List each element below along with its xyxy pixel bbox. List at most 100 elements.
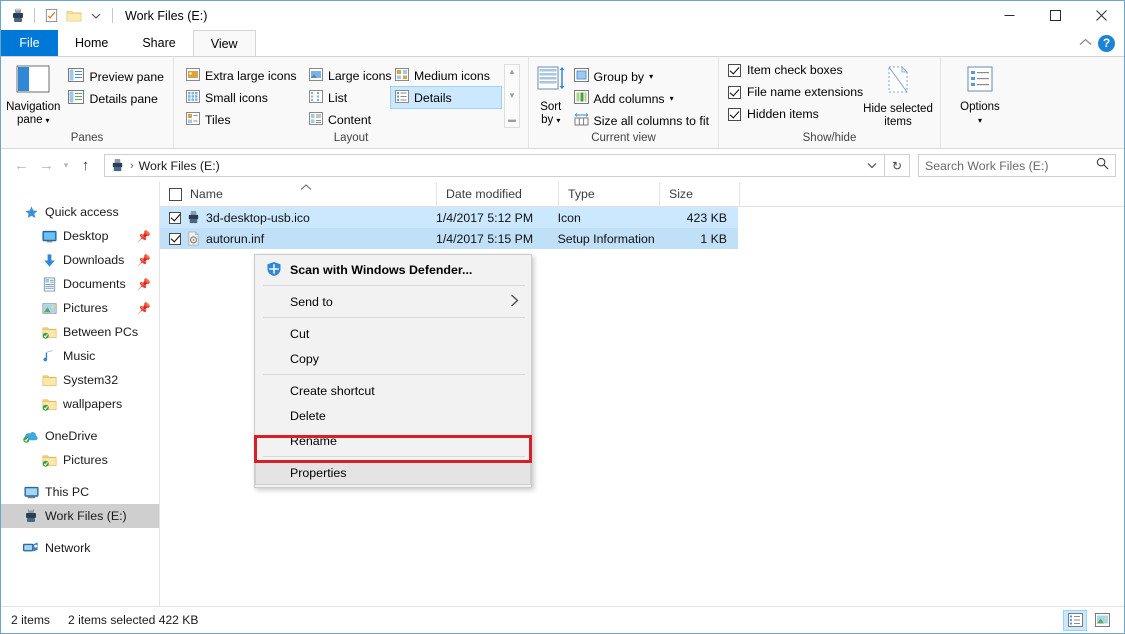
context-menu-separator (263, 456, 525, 457)
recent-locations-button[interactable]: ▾ (59, 153, 73, 178)
breadcrumb-dropdown-icon[interactable] (860, 154, 884, 177)
up-button[interactable]: ↑ (73, 153, 98, 178)
layout-more-icon[interactable]: ▬ (508, 116, 516, 124)
sidebar-item-music[interactable]: Music (1, 344, 159, 368)
size-all-columns-button[interactable]: Size all columns to fit (570, 110, 714, 131)
view-small-icons[interactable]: Small icons (182, 87, 305, 108)
column-header-size[interactable]: Size (660, 182, 740, 207)
back-button[interactable]: ← (9, 153, 34, 178)
tab-view[interactable]: View (193, 30, 256, 56)
select-all-checkbox[interactable] (169, 188, 182, 201)
context-menu-item-delete[interactable]: Delete (255, 403, 531, 428)
large-icons-view-button[interactable] (1090, 610, 1114, 631)
file-name: autorun.inf (206, 232, 264, 246)
sidebar-item-this-pc[interactable]: This PC (1, 480, 159, 504)
maximize-button[interactable] (1032, 1, 1078, 30)
breadcrumb-item-drive[interactable]: Work Files (E:) (139, 159, 220, 173)
sidebar-item-network[interactable]: Network (1, 536, 159, 560)
group-by-button[interactable]: Group by ▾ (570, 66, 714, 87)
navigation-pane-button[interactable]: Navigation pane▾ (6, 61, 60, 127)
properties-icon[interactable] (43, 7, 60, 24)
file-name-extensions-checkbox[interactable]: File name extensions (724, 81, 867, 103)
minimize-button[interactable] (986, 1, 1032, 30)
sort-by-dropdown-icon[interactable]: ▾ (556, 116, 560, 125)
collapse-ribbon-icon[interactable] (1079, 34, 1092, 52)
sidebar-item-downloads[interactable]: Downloads 📌 (1, 248, 159, 272)
options-dropdown-icon[interactable]: ▾ (978, 114, 982, 127)
refresh-button[interactable]: ↻ (885, 154, 910, 177)
new-folder-icon[interactable] (65, 7, 82, 24)
file-name-extensions-label: File name extensions (747, 85, 863, 99)
sidebar-item-wallpapers[interactable]: wallpapers (1, 392, 159, 416)
pin-icon[interactable]: 📌 (137, 278, 151, 291)
ribbon-group-label-layout: Layout (174, 131, 528, 148)
row-checkbox[interactable] (169, 212, 181, 224)
hidden-items-checkbox[interactable]: Hidden items (724, 103, 823, 125)
close-button[interactable] (1078, 1, 1124, 30)
details-pane-button[interactable]: Details pane (64, 88, 168, 109)
file-size: 1 KB (658, 228, 738, 249)
qat-customize-dropdown-icon[interactable] (87, 7, 104, 24)
column-header-type[interactable]: Type (559, 182, 660, 207)
tab-file[interactable]: File (1, 30, 58, 56)
search-input[interactable]: Search Work Files (E:) (925, 159, 1048, 173)
layout-scroll-controls[interactable]: ▲ ▼ ▬ (504, 64, 520, 128)
layout-scroll-up-icon[interactable]: ▲ (508, 68, 516, 76)
context-menu-item-create-shortcut[interactable]: Create shortcut (255, 378, 531, 403)
column-header-date-modified[interactable]: Date modified (437, 182, 559, 207)
view-content[interactable]: Content (305, 109, 391, 130)
view-details[interactable]: Details (391, 87, 501, 108)
file-name-extensions-checkmark-icon (728, 86, 741, 99)
group-by-dropdown-icon[interactable]: ▾ (649, 72, 653, 81)
sidebar-item-pictures[interactable]: Pictures 📌 (1, 296, 159, 320)
context-menu: Scan with Windows Defender... Send to Cu… (254, 254, 532, 488)
sidebar-item-quick-access[interactable]: Quick access (1, 200, 159, 224)
forward-button[interactable]: → (34, 153, 59, 178)
context-menu-item-cut[interactable]: Cut (255, 321, 531, 346)
context-menu-item-scan-with-windows-defender[interactable]: Scan with Windows Defender... (255, 257, 531, 282)
sidebar-item-work-files-e[interactable]: Work Files (E:) (1, 504, 159, 528)
table-row[interactable]: 3d-desktop-usb.ico 1/4/2017 5:12 PM Icon… (160, 207, 738, 228)
pin-icon[interactable]: 📌 (137, 230, 151, 243)
column-header-name[interactable]: Name (160, 182, 437, 207)
view-extra-large-icons[interactable]: Extra large icons (182, 65, 305, 86)
pin-icon[interactable]: 📌 (137, 254, 151, 267)
view-medium-icons[interactable]: Medium icons (391, 65, 501, 86)
network-icon (23, 540, 39, 556)
layout-scroll-down-icon[interactable]: ▼ (508, 92, 516, 100)
details-view-button[interactable] (1063, 610, 1087, 631)
sidebar-item-between-pcs[interactable]: Between PCs (1, 320, 159, 344)
preview-pane-button[interactable]: Preview pane (64, 66, 168, 87)
sidebar-label: Pictures (63, 453, 108, 467)
add-columns-dropdown-icon[interactable]: ▾ (670, 94, 674, 103)
context-menu-item-send-to[interactable]: Send to (255, 289, 531, 314)
view-large-icons[interactable]: Large icons (305, 65, 391, 86)
sort-by-button[interactable]: Sort by▾ (534, 61, 568, 127)
row-checkbox[interactable] (169, 233, 181, 245)
view-tiles[interactable]: Tiles (182, 109, 305, 130)
sidebar-item-system32[interactable]: System32 (1, 368, 159, 392)
options-button[interactable]: Options ▾ (948, 61, 1012, 127)
pin-icon[interactable]: 📌 (137, 302, 151, 315)
context-menu-item-properties[interactable]: Properties (255, 460, 531, 485)
navigation-pane-dropdown-icon[interactable]: ▾ (46, 116, 50, 125)
search-box[interactable]: Search Work Files (E:) (918, 154, 1116, 177)
help-icon[interactable]: ? (1098, 35, 1115, 52)
synced-folder-icon (41, 396, 57, 412)
hide-selected-items-button[interactable]: Hide selected items (858, 61, 938, 129)
sidebar-item-desktop[interactable]: Desktop 📌 (1, 224, 159, 248)
sidebar-item-onedrive-pictures[interactable]: Pictures (1, 448, 159, 472)
sidebar-label: Downloads (63, 253, 124, 267)
sidebar-item-onedrive[interactable]: OneDrive (1, 424, 159, 448)
item-check-boxes-checkbox[interactable]: Item check boxes (724, 59, 847, 81)
breadcrumb[interactable]: › Work Files (E:) (104, 154, 885, 177)
view-list[interactable]: List (305, 87, 391, 108)
add-columns-button[interactable]: Add columns ▾ (570, 88, 714, 109)
table-row[interactable]: autorun.inf 1/4/2017 5:15 PM Setup Infor… (160, 228, 738, 249)
context-menu-item-copy[interactable]: Copy (255, 346, 531, 371)
tab-share[interactable]: Share (125, 30, 192, 56)
file-date: 1/4/2017 5:15 PM (436, 228, 558, 249)
tab-home[interactable]: Home (58, 30, 125, 56)
context-menu-item-rename[interactable]: Rename (255, 428, 531, 453)
sidebar-item-documents[interactable]: Documents 📌 (1, 272, 159, 296)
